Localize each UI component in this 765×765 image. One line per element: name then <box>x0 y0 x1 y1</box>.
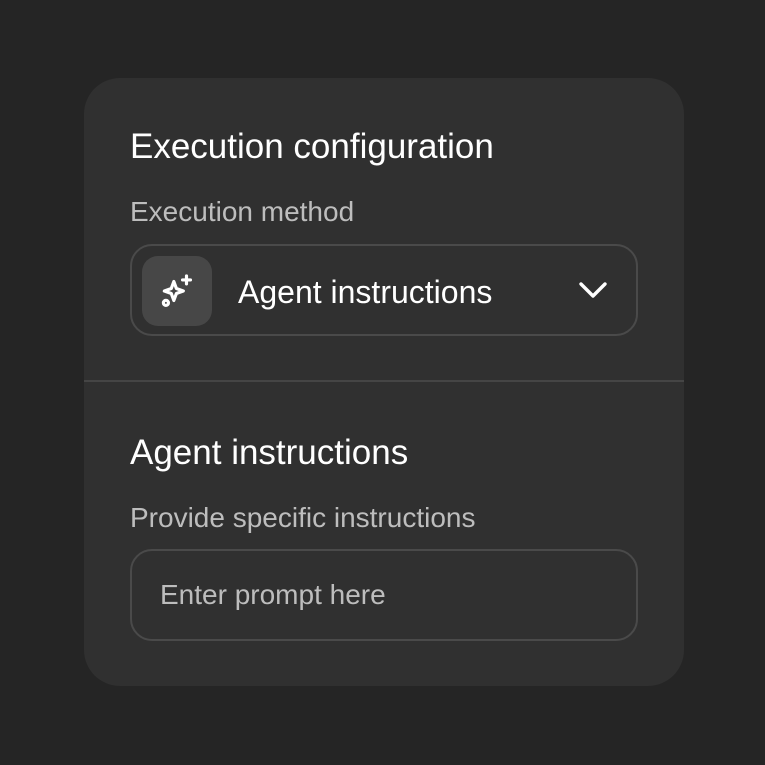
execution-method-label: Execution method <box>130 196 355 227</box>
prompt-input[interactable] <box>130 549 638 641</box>
execution-config-title: Execution configuration <box>130 127 494 166</box>
execution-method-select[interactable]: Agent instructions <box>130 244 638 336</box>
section-divider <box>84 380 684 382</box>
execution-config-card: Execution configuration Execution method… <box>84 78 684 686</box>
sparkles-icon <box>142 256 212 326</box>
provide-instructions-label: Provide specific instructions <box>130 502 476 533</box>
execution-method-value: Agent instructions <box>238 274 493 310</box>
agent-instructions-title: Agent instructions <box>130 433 409 472</box>
chevron-down-icon <box>579 282 607 298</box>
